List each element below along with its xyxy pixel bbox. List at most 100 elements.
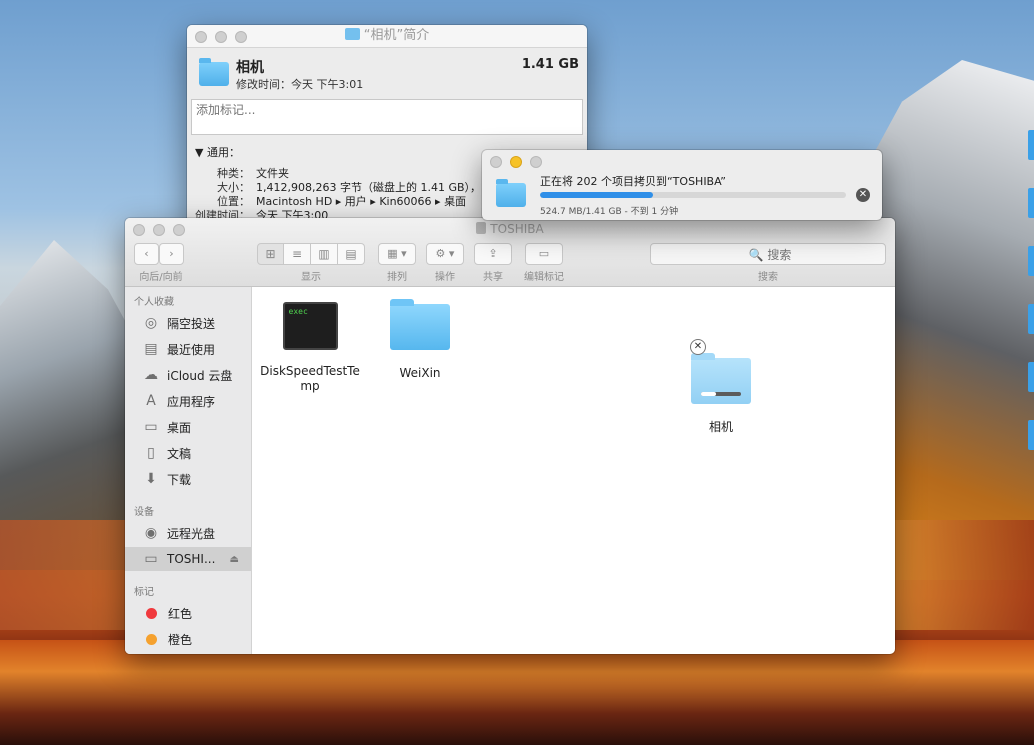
tags-header: 标记 [134, 587, 154, 598]
sidebar-item-label: iCloud 云盘 [167, 368, 233, 383]
finder-window: TOSHIBA ‹ › 向后/向前 ⊞ ≡ ▥ ▤ 显示 ▦ ▾ 排列 ⚙ ▾ … [125, 218, 895, 654]
modified-time: 修改时间：今天 下午3:01 [236, 78, 364, 91]
sidebar-item-remote-disc[interactable]: ◉ 远程光盘 [125, 521, 251, 545]
drive-icon: ▭ [144, 551, 158, 567]
info-titlebar[interactable]: “相机”简介 [187, 25, 587, 48]
share-label: 共享 [483, 272, 503, 283]
minimize-button[interactable] [215, 31, 227, 43]
zoom-button[interactable] [530, 156, 542, 168]
view-label: 显示 [301, 272, 321, 283]
sidebar-item-applications[interactable]: A 应用程序 [125, 389, 251, 413]
edit-tags-button[interactable]: ▭ [525, 243, 563, 265]
icon-view-icon[interactable]: ⊞ [257, 243, 284, 265]
sidebar-item-airdrop[interactable]: ◎ 隔空投送 [125, 311, 251, 335]
desktop-icon: ▭ [144, 419, 158, 435]
share-icon: ⇪ [488, 247, 498, 260]
sidebar-item-toshiba[interactable]: ▭ TOSHI... ⏏ [125, 547, 251, 571]
document-icon: ▯ [147, 445, 155, 461]
action-button[interactable]: ⚙ ▾ [426, 243, 464, 265]
folder-icon [496, 179, 526, 207]
folder-icon [691, 353, 751, 404]
close-button[interactable] [195, 31, 207, 43]
download-icon: ⬇ [145, 471, 157, 487]
airdrop-icon: ◎ [144, 315, 158, 331]
general-section-label: 通用： [206, 146, 240, 159]
stop-copy-icon[interactable]: ✕ [856, 188, 870, 202]
edit-tags-label: 编辑标记 [524, 272, 564, 283]
window-controls [490, 156, 542, 168]
search-label: 搜索 [758, 272, 778, 283]
sidebar-item-label: 最近使用 [167, 342, 216, 357]
disclosure-triangle-icon[interactable]: ▼ [195, 146, 203, 159]
close-button[interactable] [490, 156, 502, 168]
sidebar-item-label: 下载 [167, 472, 192, 487]
file-item[interactable]: exec DiskSpeedTestTemp [260, 302, 360, 394]
sidebar-item-tag-orange[interactable]: 橙色 [125, 627, 251, 651]
folder-icon [344, 28, 360, 40]
copy-progress-fill [540, 192, 654, 198]
forward-button[interactable]: › [159, 243, 184, 265]
cancel-copy-icon[interactable]: ✕ [690, 339, 706, 355]
sidebar-item-label: 桌面 [167, 420, 192, 435]
sidebar-item-label: TOSHI... [167, 552, 216, 566]
action-label: 操作 [435, 272, 455, 283]
search-field[interactable] [650, 243, 889, 266]
column-view-icon[interactable]: ▥ [311, 243, 338, 265]
sidebar-item-downloads[interactable]: ⬇ 下载 [125, 467, 251, 491]
file-item-copying[interactable]: 相机 [676, 353, 766, 435]
nav-label: 向后/向前 [139, 272, 183, 283]
sidebar-item-label: 远程光盘 [167, 526, 216, 541]
finder-title: TOSHIBA [125, 222, 895, 236]
sidebar-item-label: 应用程序 [167, 394, 216, 409]
applications-icon: A [146, 393, 156, 409]
sidebar-item-recents[interactable]: ▤ 最近使用 [125, 337, 251, 361]
file-item[interactable]: WeiXin [375, 299, 465, 380]
sidebar-item-tag-red[interactable]: 红色 [125, 601, 251, 625]
sidebar-item-icloud[interactable]: ☁ iCloud 云盘 [125, 363, 251, 387]
list-view-icon[interactable]: ≡ [284, 243, 311, 265]
red-tag-icon [146, 607, 157, 619]
general-section-header[interactable]: ▼ 通用： [195, 144, 240, 160]
zoom-button[interactable] [235, 31, 247, 43]
folder-icon [390, 299, 450, 350]
tag-icon: ▭ [538, 247, 550, 260]
orange-tag-icon [146, 633, 157, 645]
view-mode-control[interactable]: ⊞ ≡ ▥ ▤ [257, 243, 365, 265]
cloud-icon: ☁ [144, 367, 158, 383]
arrange-button[interactable]: ▦ ▾ [378, 243, 416, 265]
gear-icon: ⚙ ▾ [435, 247, 455, 260]
back-button[interactable]: ‹ [134, 243, 159, 265]
copy-message: 正在将 202 个项目拷贝到“TOSHIBA” [540, 175, 726, 188]
share-button[interactable]: ⇪ [474, 243, 512, 265]
folder-icon [199, 58, 229, 86]
sidebar-item-label: 隔空投送 [167, 316, 216, 331]
exec-label: exec [288, 307, 308, 316]
terminal-exec-icon: exec [282, 302, 338, 350]
eject-icon[interactable]: ⏏ [230, 554, 239, 565]
arrange-icon: ▦ ▾ [387, 247, 407, 260]
sidebar-item-desktop[interactable]: ▭ 桌面 [125, 415, 251, 439]
copy-status: 524.7 MB/1.41 GB - 不到 1 分钟 [540, 207, 679, 217]
item-size: 1.41 GB [521, 57, 579, 72]
tags-field[interactable] [191, 99, 583, 135]
search-input[interactable] [651, 244, 889, 266]
arrange-label: 排列 [387, 272, 407, 283]
minimize-button[interactable] [510, 156, 522, 168]
item-name: 相机 [236, 60, 264, 76]
file-name: WeiXin [399, 366, 441, 380]
drive-icon [476, 222, 487, 234]
sidebar: 个人收藏 ◎ 隔空投送 ▤ 最近使用 ☁ iCloud 云盘 A 应用程序 ▭ 桌面 ▯ 文… [125, 287, 252, 654]
copy-progress-window: 正在将 202 个项目拷贝到“TOSHIBA” 524.7 MB/1.41 GB… [482, 150, 882, 220]
file-name: DiskSpeedTestTemp [260, 364, 360, 393]
sidebar-item-documents[interactable]: ▯ 文稿 [125, 441, 251, 465]
devices-header: 设备 [134, 507, 154, 518]
disc-icon: ◉ [144, 525, 158, 541]
copy-progress-mini [701, 392, 741, 396]
recents-icon: ▤ [144, 341, 158, 357]
copy-progress-bar [540, 192, 846, 198]
sidebar-item-label: 橙色 [168, 632, 193, 647]
gallery-view-icon[interactable]: ▤ [338, 243, 365, 265]
tags-input[interactable] [192, 100, 580, 120]
sidebar-item-label: 红色 [168, 606, 193, 621]
wallpaper-lake [0, 640, 1034, 745]
